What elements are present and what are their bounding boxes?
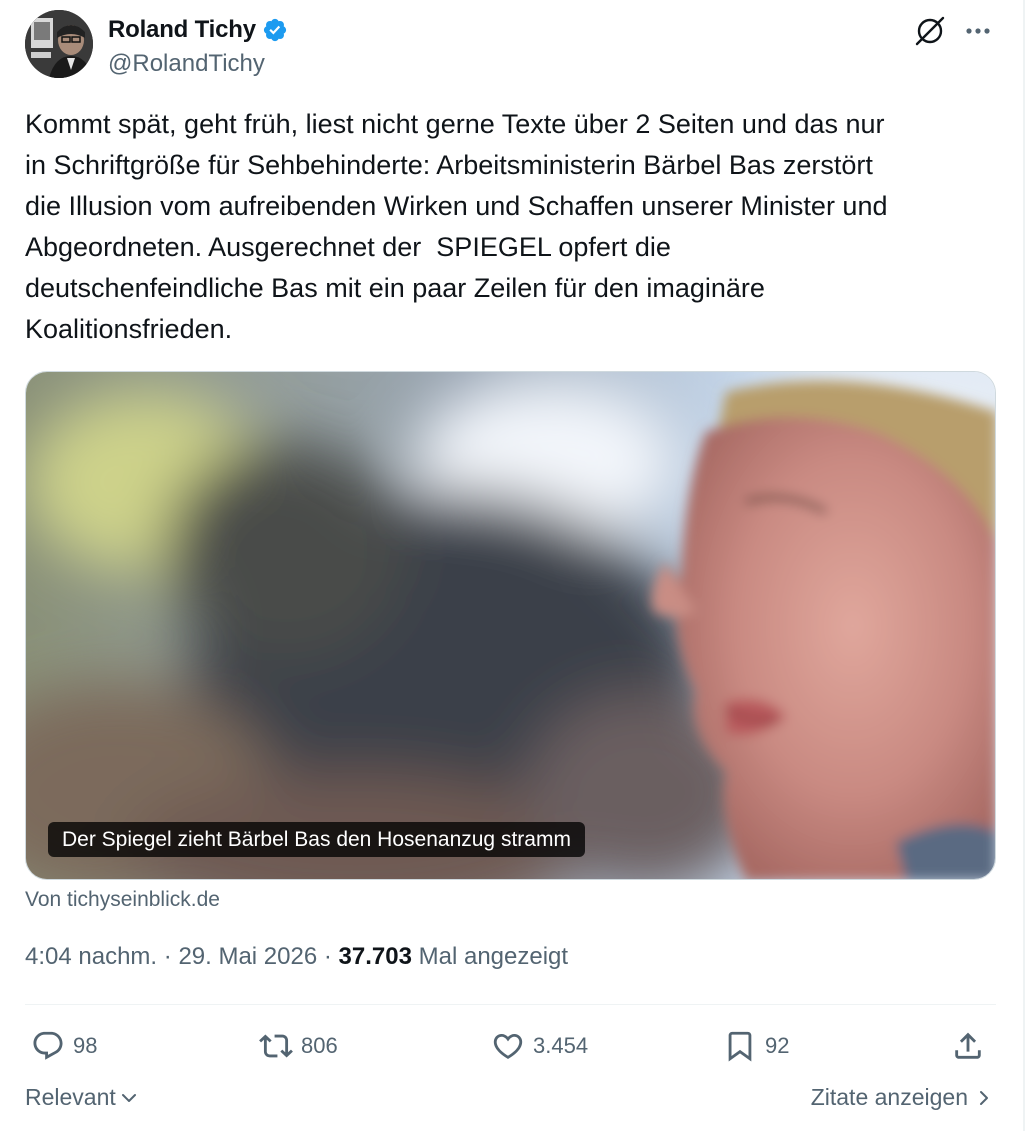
tweet-date[interactable]: 29. Mai 2026: [178, 943, 317, 970]
reply-button[interactable]: 98: [31, 1022, 97, 1070]
name-row: Roland Tichy: [108, 16, 288, 44]
quotes-label: Zitate anzeigen: [810, 1084, 968, 1110]
share-icon: [955, 1032, 981, 1059]
tweet-header: Roland Tichy @RolandTichy: [25, 10, 995, 80]
avatar[interactable]: [25, 10, 93, 78]
meta-separator: ·: [323, 943, 332, 970]
chevron-right-icon: [980, 1090, 988, 1105]
tweet-meta: 4:04 nachm. · 29. Mai 2026 · 37.703 Mal …: [25, 943, 568, 971]
share-button[interactable]: [951, 1022, 985, 1070]
grok-icon[interactable]: [913, 14, 947, 48]
verified-badge-icon: [262, 17, 288, 43]
repost-icon: [259, 1034, 293, 1058]
view-label: Mal angezeigt: [418, 943, 569, 970]
link-card[interactable]: Der Spiegel zieht Bärbel Bas den Hosenan…: [25, 371, 996, 880]
chevron-down-icon: [121, 1093, 136, 1102]
like-button[interactable]: 3.454: [491, 1022, 588, 1070]
sort-dropdown[interactable]: Relevant: [25, 1084, 138, 1111]
like-icon: [493, 1033, 523, 1059]
reply-count: 98: [73, 1033, 98, 1058]
reply-icon: [33, 1031, 63, 1060]
repost-button[interactable]: 806: [259, 1022, 338, 1070]
bookmark-button[interactable]: 92: [723, 1022, 789, 1070]
view-count: 37.703: [338, 943, 412, 970]
divider: [25, 1004, 996, 1005]
handle[interactable]: @RolandTichy: [108, 50, 265, 78]
card-caption: Der Spiegel zieht Bärbel Bas den Hosenan…: [48, 822, 585, 857]
quotes-link[interactable]: Zitate anzeigen: [811, 1084, 992, 1111]
sort-label: Relevant: [25, 1084, 116, 1110]
bookmark-icon: [728, 1031, 752, 1062]
repost-count: 806: [301, 1033, 338, 1058]
meta-separator: ·: [163, 943, 172, 970]
tweet-page: Roland Tichy @RolandTichy Kommt spät, ge…: [0, 0, 1025, 1131]
card-source[interactable]: Von tichyseinblick.de: [25, 888, 220, 912]
more-icon[interactable]: [961, 14, 995, 48]
tweet-text: Kommt spät, geht früh, liest nicht gerne…: [25, 109, 888, 344]
like-count: 3.454: [533, 1033, 589, 1058]
action-bar: 98 806 3.454 92: [25, 1022, 996, 1070]
bookmark-count: 92: [765, 1033, 790, 1058]
card-image: [26, 372, 995, 879]
tweet-time[interactable]: 4:04 nachm.: [25, 943, 157, 970]
display-name[interactable]: Roland Tichy: [108, 16, 256, 44]
